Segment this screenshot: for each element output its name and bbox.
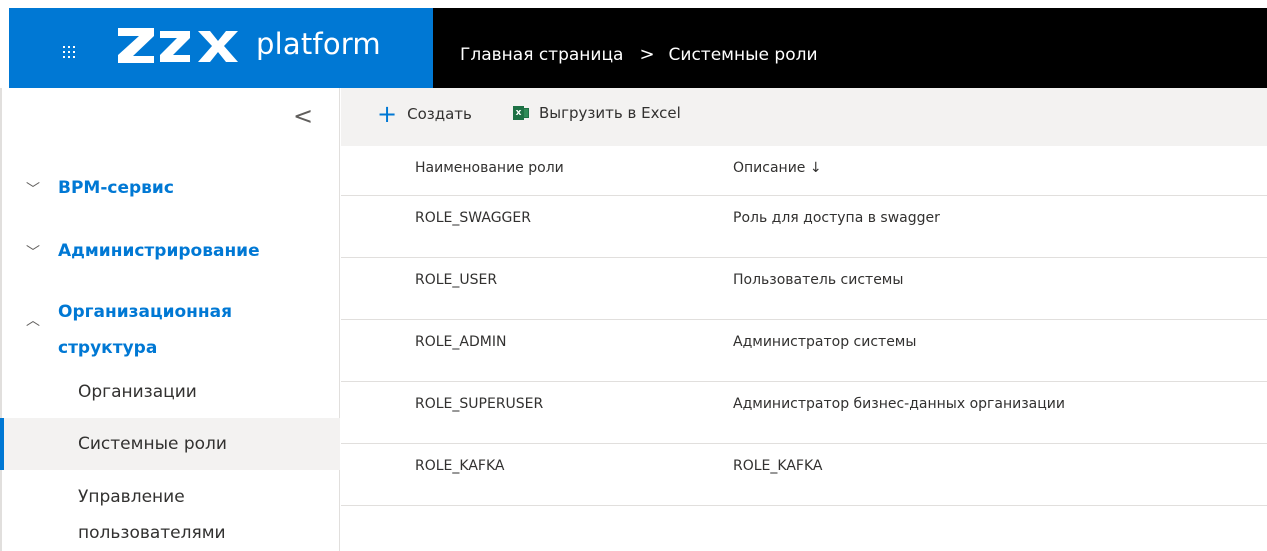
sidebar: < ﹀ BPM-сервис ﹀ Администрирование ︿ Орг…: [0, 88, 340, 551]
cell-role-name: ROLE_SWAGGER: [415, 210, 531, 226]
waffle-icon: [63, 46, 77, 60]
breadcrumb: Главная страница > Системные роли: [460, 44, 818, 65]
chevron-down-icon: ﹀: [26, 245, 40, 261]
table-row[interactable]: ROLE_SWAGGER Роль для доступа в swagger: [341, 196, 1267, 258]
cell-role-name: ROLE_ADMIN: [415, 334, 507, 350]
sidebar-group-admin[interactable]: ﹀ Администрирование: [2, 233, 340, 269]
chevron-down-icon: ﹀: [26, 182, 40, 198]
export-excel-label: Выгрузить в Excel: [539, 104, 681, 122]
cell-role-name: ROLE_SUPERUSER: [415, 396, 544, 412]
sidebar-item-label-line1: Управление: [78, 487, 185, 507]
sidebar-item-organizations[interactable]: Организации: [2, 366, 340, 418]
sidebar-item-label: Организации: [78, 382, 197, 402]
app-launcher-button[interactable]: [9, 8, 109, 88]
table-header: Наименование роли Описание ↓: [341, 146, 1267, 196]
sidebar-item-label-line2: пользователями: [78, 523, 226, 543]
table-row[interactable]: ROLE_ADMIN Администратор системы: [341, 320, 1267, 382]
cell-description: Роль для доступа в swagger: [733, 210, 940, 226]
breadcrumb-current: Системные роли: [668, 44, 818, 65]
sidebar-item-label: Системные роли: [78, 434, 227, 454]
cell-role-name: ROLE_USER: [415, 272, 498, 288]
cell-description: Администратор системы: [733, 334, 917, 350]
export-excel-button[interactable]: x Выгрузить в Excel: [513, 104, 681, 122]
cell-description: ROLE_KAFKA: [733, 458, 823, 474]
cell-description: Пользователь системы: [733, 272, 904, 288]
cell-role-name: ROLE_KAFKA: [415, 458, 505, 474]
sidebar-group-org-structure[interactable]: ︿ Организационная структура: [2, 294, 340, 366]
chevron-right-icon: >: [639, 44, 655, 65]
column-header-description[interactable]: Описание ↓: [733, 160, 822, 176]
sidebar-group-bpm[interactable]: ﹀ BPM-сервис: [2, 170, 340, 206]
command-bar: + Создать x Выгрузить в Excel: [341, 88, 1267, 146]
table-row[interactable]: ROLE_USER Пользователь системы: [341, 258, 1267, 320]
zzx-logo-icon: [118, 28, 238, 63]
sidebar-group-label-line1: Организационная: [58, 302, 233, 322]
breadcrumb-home-link[interactable]: Главная страница: [460, 45, 623, 65]
chevron-up-icon: ︿: [26, 313, 40, 329]
brand-name: platform: [256, 27, 381, 61]
table-row[interactable]: ROLE_KAFKA ROLE_KAFKA: [341, 444, 1267, 506]
sidebar-group-label: BPM-сервис: [58, 178, 174, 198]
create-button[interactable]: + Создать: [377, 100, 472, 128]
main-content: + Создать x Выгрузить в Excel Наименован…: [341, 88, 1267, 551]
create-button-label: Создать: [407, 105, 472, 123]
sidebar-item-user-management[interactable]: Управление пользователями: [2, 471, 340, 551]
sidebar-group-label-line2: структура: [58, 338, 158, 358]
cell-description: Администратор бизнес-данных организации: [733, 396, 1065, 412]
column-header-role-name[interactable]: Наименование роли: [415, 160, 564, 176]
sidebar-group-label: Администрирование: [58, 241, 260, 261]
collapse-sidebar-icon[interactable]: <: [291, 102, 315, 130]
excel-icon: x: [513, 105, 529, 121]
table-row[interactable]: ROLE_SUPERUSER Администратор бизнес-данн…: [341, 382, 1267, 444]
top-header: platform Главная страница > Системные ро…: [0, 0, 1267, 88]
sidebar-item-system-roles[interactable]: Системные роли: [0, 418, 340, 470]
plus-icon: +: [377, 100, 398, 128]
